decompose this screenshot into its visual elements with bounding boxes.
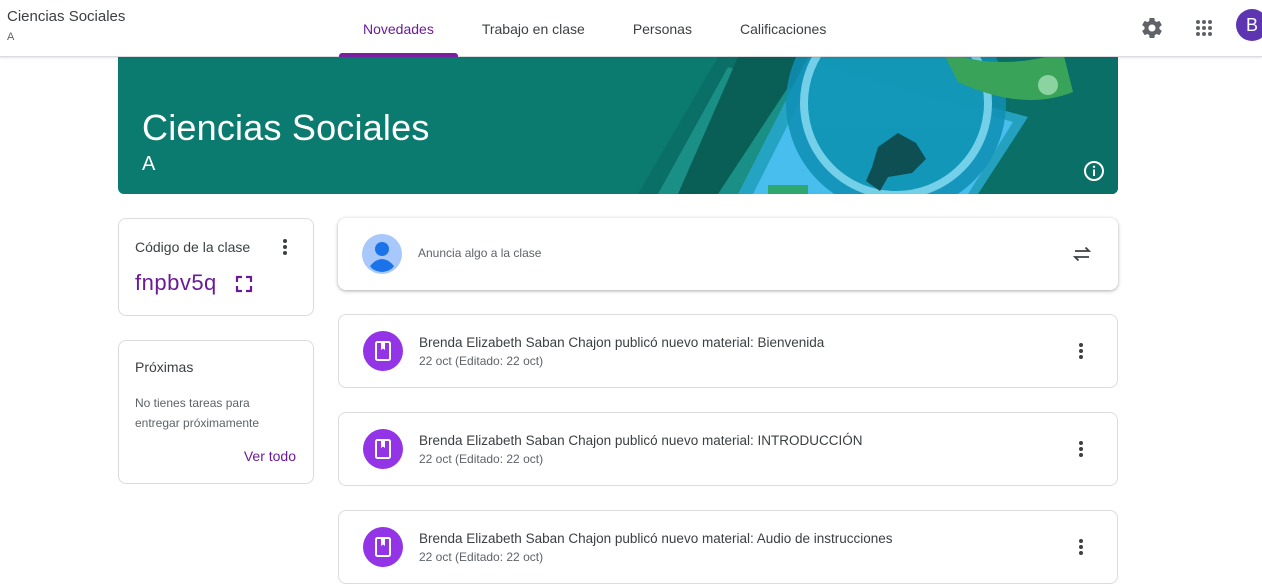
tab-bar: Novedades Trabajo en clase Personas Cali… <box>339 0 850 57</box>
upcoming-card: Próximas No tienes tareas para entregar … <box>118 340 314 484</box>
banner-section: A <box>142 153 156 175</box>
post-date: 22 oct (Editado: 22 oct) <box>419 452 544 466</box>
class-code-value: fnpbv5q <box>135 270 217 295</box>
upcoming-empty-text: No tienes tareas para entregar próximame… <box>135 396 260 430</box>
repost-icon[interactable] <box>1070 242 1094 266</box>
material-icon <box>363 331 403 371</box>
material-icon <box>363 429 403 469</box>
settings-icon[interactable] <box>1136 12 1168 44</box>
tab-trabajo-en-clase[interactable]: Trabajo en clase <box>458 0 609 57</box>
header-class-name[interactable]: Ciencias Sociales <box>7 8 125 25</box>
class-banner: Ciencias Sociales A <box>118 57 1118 194</box>
material-icon <box>363 527 403 567</box>
stream-post[interactable]: Brenda Elizabeth Saban Chajon publicó nu… <box>338 510 1118 584</box>
more-vert-icon[interactable] <box>1069 339 1093 363</box>
apps-grid-icon[interactable] <box>1188 12 1220 44</box>
post-date: 22 oct (Editado: 22 oct) <box>419 354 544 368</box>
tab-personas[interactable]: Personas <box>609 0 716 57</box>
post-title: Brenda Elizabeth Saban Chajon publicó nu… <box>419 531 893 546</box>
more-vert-icon[interactable] <box>1069 535 1093 559</box>
post-title: Brenda Elizabeth Saban Chajon publicó nu… <box>419 335 825 350</box>
header-class-section: A <box>7 31 15 43</box>
post-date: 22 oct (Editado: 22 oct) <box>419 550 544 564</box>
class-code-label: Código de la clase <box>135 239 251 255</box>
more-vert-icon[interactable] <box>1069 437 1093 461</box>
user-avatar[interactable]: B <box>1236 9 1262 41</box>
stream-post[interactable]: Brenda Elizabeth Saban Chajon publicó nu… <box>338 412 1118 486</box>
banner-title: Ciencias Sociales <box>142 107 430 148</box>
upcoming-title: Próximas <box>135 359 194 375</box>
tab-calificaciones[interactable]: Calificaciones <box>716 0 850 57</box>
default-avatar-icon <box>362 234 402 274</box>
post-title: Brenda Elizabeth Saban Chajon publicó nu… <box>419 433 863 448</box>
info-icon[interactable] <box>1082 159 1106 183</box>
view-all-link[interactable]: Ver todo <box>244 448 296 464</box>
announce-input[interactable]: Anuncia algo a la clase <box>418 246 541 260</box>
announce-box[interactable]: Anuncia algo a la clase <box>338 218 1118 290</box>
tab-novedades[interactable]: Novedades <box>339 0 458 57</box>
more-vert-icon[interactable] <box>273 235 297 259</box>
top-bar: Ciencias Sociales A Novedades Trabajo en… <box>0 0 1262 57</box>
stream-post[interactable]: Brenda Elizabeth Saban Chajon publicó nu… <box>338 314 1118 388</box>
fullscreen-icon[interactable] <box>235 275 253 293</box>
class-code-card: Código de la clase fnpbv5q <box>118 218 314 316</box>
